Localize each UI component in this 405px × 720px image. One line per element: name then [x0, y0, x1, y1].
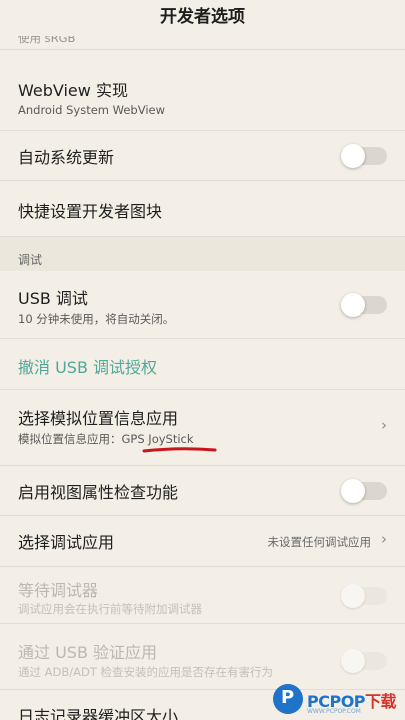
toggle-knob: [341, 479, 365, 503]
view-attr-toggle[interactable]: [341, 479, 387, 503]
debug-app-row[interactable]: 选择调试应用 未设置任何调试应用 ›: [0, 516, 405, 567]
wait-debugger-row: 等待调试器 调试应用会在执行前等待附加调试器: [0, 567, 405, 624]
toggle-knob: [341, 649, 365, 673]
revoke-usb-auth-row[interactable]: 撤消 USB 调试授权: [0, 339, 405, 390]
usb-debug-toggle[interactable]: [341, 293, 387, 317]
mock-location-subtitle: 模拟位置信息应用：GPS JoyStick: [18, 432, 194, 446]
watermark-suffix: 下载: [365, 692, 397, 711]
settings-list[interactable]: 使用 sRGB WebView 实现 Android System WebVie…: [0, 36, 405, 720]
toggle-knob: [341, 584, 365, 608]
srgb-row-subtitle: 使用 sRGB: [18, 36, 76, 45]
wait-debugger-title: 等待调试器: [18, 581, 99, 600]
mock-location-title: 选择模拟位置信息应用: [18, 409, 179, 428]
watermark-logo: P PCPOP下载 WWW.PCPOP.COM: [273, 682, 401, 718]
srgb-row[interactable]: 使用 sRGB: [0, 36, 405, 50]
view-attr-title: 启用视图属性检查功能: [18, 483, 179, 502]
toggle-knob: [341, 293, 365, 317]
page-title: 开发者选项: [0, 0, 405, 36]
section-label: 调试: [18, 253, 43, 267]
quick-tiles-title: 快捷设置开发者图块: [18, 202, 163, 221]
watermark-url: WWW.PCPOP.COM: [307, 708, 361, 715]
chevron-right-icon: ›: [381, 530, 387, 548]
logger-buffer-title: 日志记录器缓冲区大小: [18, 707, 179, 720]
auto-update-title: 自动系统更新: [18, 148, 115, 167]
debug-app-title: 选择调试应用: [18, 533, 115, 552]
pcpop-logo-icon: P: [273, 684, 303, 714]
verify-usb-title: 通过 USB 验证应用: [18, 643, 158, 662]
section-header-debug: 调试: [0, 237, 405, 271]
verify-usb-toggle: [341, 649, 387, 673]
wait-debugger-subtitle: 调试应用会在执行前等待附加调试器: [18, 602, 202, 616]
wait-debugger-toggle: [341, 584, 387, 608]
chevron-right-icon: ›: [381, 416, 387, 434]
debug-app-value: 未设置任何调试应用: [267, 535, 372, 549]
quick-tiles-row[interactable]: 快捷设置开发者图块: [0, 181, 405, 237]
underline-annotation: [142, 447, 217, 453]
mock-location-row[interactable]: 选择模拟位置信息应用 模拟位置信息应用：GPS JoyStick ›: [0, 390, 405, 466]
webview-subtitle: Android System WebView: [18, 103, 166, 117]
webview-title: WebView 实现: [18, 81, 128, 100]
verify-usb-row: 通过 USB 验证应用 通过 ADB/ADT 检查安装的应用是否存在有害行为: [0, 624, 405, 690]
usb-debug-row[interactable]: USB 调试 10 分钟未使用，将自动关闭。: [0, 271, 405, 339]
toggle-knob: [341, 144, 365, 168]
verify-usb-subtitle: 通过 ADB/ADT 检查安装的应用是否存在有害行为: [18, 665, 274, 679]
auto-update-toggle[interactable]: [341, 144, 387, 168]
webview-row[interactable]: WebView 实现 Android System WebView: [0, 50, 405, 131]
view-attr-row[interactable]: 启用视图属性检查功能: [0, 466, 405, 516]
usb-debug-subtitle: 10 分钟未使用，将自动关闭。: [18, 312, 175, 326]
revoke-usb-auth-link[interactable]: 撤消 USB 调试授权: [18, 354, 157, 378]
auto-update-row[interactable]: 自动系统更新: [0, 131, 405, 181]
usb-debug-title: USB 调试: [18, 289, 88, 308]
